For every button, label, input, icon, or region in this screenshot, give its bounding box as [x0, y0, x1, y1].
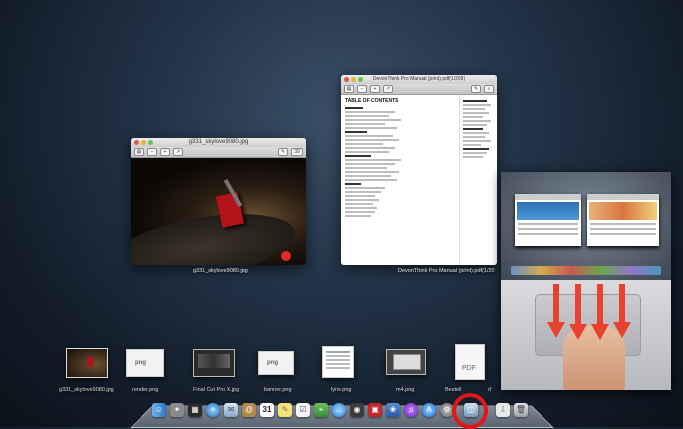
window-controls[interactable] [344, 77, 363, 82]
facetime-icon[interactable]: ◉ [350, 403, 364, 417]
photo-preview-window[interactable]: g331_skylove9080.jpg ▤ − + ↗ ✎ 39 [131, 138, 306, 265]
shelf-item-m4[interactable] [386, 349, 426, 375]
photo-thumbnail-icon [87, 357, 93, 367]
title-bar[interactable]: DevonThink Pro Manual (print).pdf(1/209) [341, 75, 497, 84]
document-thumbnail-icon [326, 351, 350, 353]
annotate-button[interactable]: ✎ [471, 85, 481, 93]
shelf-item-render[interactable]: png [126, 349, 164, 377]
shelf-label: lynx.png [331, 387, 352, 393]
minimize-icon[interactable] [141, 140, 146, 145]
app-store-icon[interactable]: A [422, 403, 436, 417]
shelf-label: m4.png [396, 387, 415, 393]
mini-window-right [587, 194, 659, 246]
iphoto-icon[interactable]: ❀ [386, 403, 400, 417]
toc-left-column: TABLE OF CONTENTS [345, 98, 415, 219]
shelf-label: Final Cut Pro X.jpg [193, 387, 240, 393]
share-button[interactable]: ↗ [383, 85, 393, 93]
shelf-item-bestell[interactable]: PDF [455, 344, 485, 380]
window-title: DevonThink Pro Manual (print).pdf(1/209) [372, 76, 466, 82]
png-file-icon: png [267, 360, 278, 366]
window-controls[interactable] [134, 140, 153, 145]
zoom-icon[interactable] [148, 140, 153, 145]
edit-button[interactable]: ✎ [278, 148, 288, 156]
sidebar-toggle-button[interactable]: ▤ [344, 85, 354, 93]
manual-preview-window[interactable]: DevonThink Pro Manual (print).pdf(1/209)… [341, 75, 497, 265]
zoom-icon[interactable] [358, 77, 363, 82]
turntable-platter [131, 201, 300, 265]
messages-icon[interactable]: … [332, 403, 346, 417]
toc-right-column [463, 98, 495, 160]
highlight-ring [452, 393, 488, 429]
trash-icon[interactable]: 🗑 [514, 403, 528, 417]
minimize-icon[interactable] [351, 77, 356, 82]
pdf-file-icon: PDF [462, 365, 476, 372]
manual-window-caption: DevonThink Pro Manual (print).pdf(1/20 [398, 268, 495, 274]
mini-desktop [501, 172, 671, 280]
search-button[interactable]: ⌕ [484, 85, 494, 93]
reminders-icon[interactable]: ☑ [296, 403, 310, 417]
zoom-in-button[interactable]: + [370, 85, 380, 93]
photo-content [131, 158, 306, 265]
close-icon[interactable] [344, 77, 349, 82]
pdf-page: TABLE OF CONTENTS [341, 95, 497, 265]
zoom-out-button[interactable]: − [147, 148, 157, 156]
shelf-label-suffix: rf [488, 387, 492, 393]
shelf-item-banner[interactable]: png [258, 351, 294, 375]
toolbar: ▤ − + ↗ ✎ 39 [131, 147, 306, 158]
mission-control-icon[interactable]: ▦ [188, 403, 202, 417]
close-icon[interactable] [134, 140, 139, 145]
share-button[interactable]: ↗ [173, 148, 183, 156]
title-bar[interactable]: g331_skylove9080.jpg [131, 138, 306, 147]
trackpad-gesture-illustration [501, 172, 671, 390]
search-button[interactable]: 39 [291, 148, 303, 156]
toolbar: ▤ − + ↗ ✎ ⌕ [341, 84, 497, 95]
toc-heading: TABLE OF CONTENTS [345, 98, 399, 104]
red-light [281, 251, 291, 261]
mini-dock [511, 266, 661, 275]
photo-window-caption: g331_skylove9080.jpg [193, 268, 248, 274]
page-divider [459, 95, 460, 265]
shelf-label: render.png [132, 387, 159, 393]
window-title: g331_skylove9080.jpg [188, 139, 249, 145]
png-file-icon: png [135, 360, 146, 366]
download-stack-icon[interactable]: ⇩ [496, 403, 510, 417]
shelf-label: banner.png [264, 387, 292, 393]
screenshot-thumbnail-icon [198, 354, 230, 368]
screen-thumbnail-icon [393, 354, 421, 370]
maps-icon[interactable]: ⌖ [314, 403, 328, 417]
finder-icon[interactable]: ☺ [152, 403, 166, 417]
mail-icon[interactable]: ✉ [224, 403, 238, 417]
mini-window-left [515, 194, 581, 246]
photo-booth-icon[interactable]: ▣ [368, 403, 382, 417]
shelf-item-lynx[interactable] [322, 346, 354, 378]
swipe-down-arrows-icon [547, 284, 631, 340]
shelf-item-final-cut[interactable] [193, 349, 235, 377]
zoom-out-button[interactable]: − [357, 85, 367, 93]
calendar-icon[interactable]: 31 [260, 403, 274, 417]
contacts-icon[interactable]: @ [242, 403, 256, 417]
shelf-item-photo[interactable] [66, 348, 108, 378]
safari-icon[interactable]: ✧ [206, 403, 220, 417]
sidebar-toggle-button[interactable]: ▤ [134, 148, 144, 156]
shelf-label: g331_skylove9080.jpg [59, 387, 114, 393]
notes-icon[interactable]: ✎ [278, 403, 292, 417]
shelf-label: Bestell [445, 387, 462, 393]
zoom-in-button[interactable]: + [160, 148, 170, 156]
itunes-icon[interactable]: ♫ [404, 403, 418, 417]
launchpad-icon[interactable]: ✦ [170, 403, 184, 417]
